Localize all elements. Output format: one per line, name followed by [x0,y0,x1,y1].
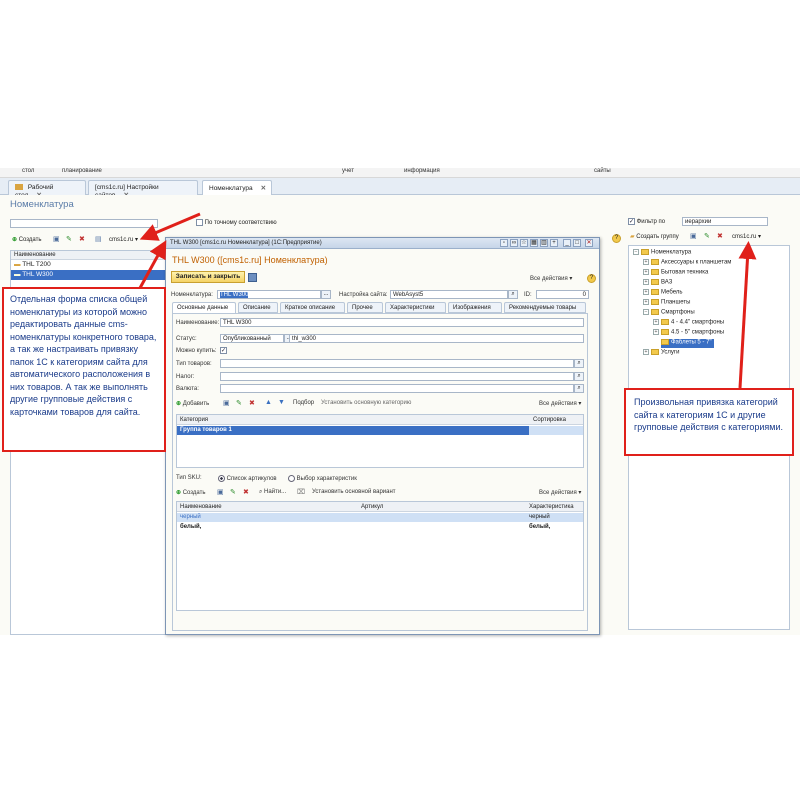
annotation-arrows [138,212,757,389]
arrow-to-list [138,240,167,289]
arrow-to-site-button [139,212,201,241]
arrow-to-tree-toolbar [738,241,757,389]
